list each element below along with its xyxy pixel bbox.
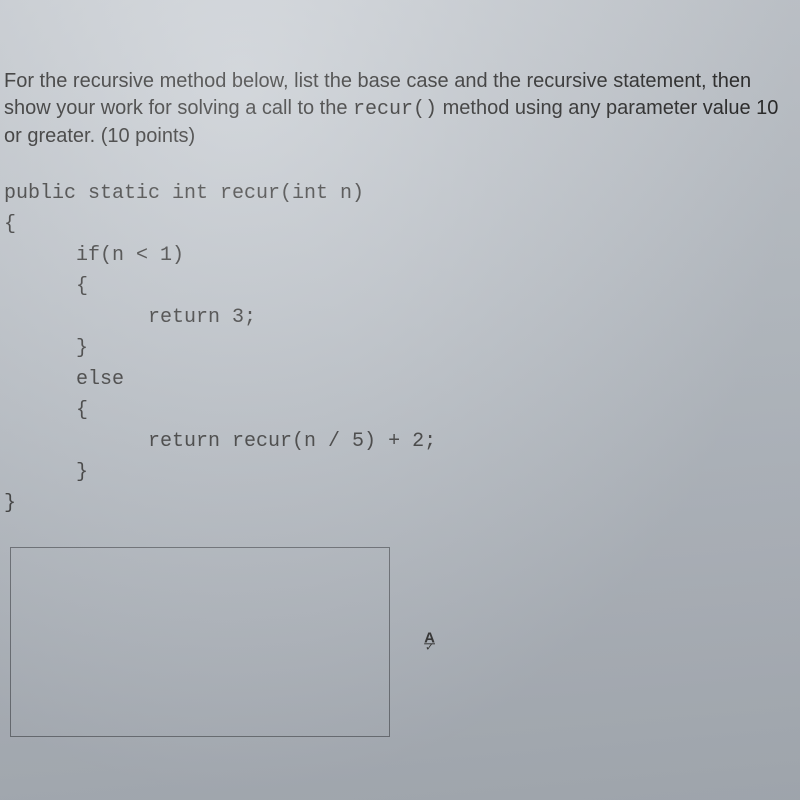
code-line-6: }	[4, 337, 88, 360]
code-line-8: {	[4, 399, 88, 422]
code-line-1: public static int recur(int n)	[4, 182, 364, 205]
code-line-3: if(n < 1)	[4, 244, 184, 267]
question-mono: recur()	[353, 98, 437, 121]
code-line-4: {	[4, 275, 88, 298]
code-block: public static int recur(int n) { if(n < …	[4, 178, 800, 519]
code-line-11: }	[4, 492, 16, 515]
code-line-5: return 3;	[4, 306, 256, 329]
code-line-10: }	[4, 461, 88, 484]
question-text: For the recursive method below, list the…	[4, 68, 800, 150]
answer-input[interactable]: A ✓	[10, 547, 390, 737]
spellcheck-icon[interactable]: A ✓	[424, 631, 435, 652]
code-line-7: else	[4, 368, 124, 391]
code-line-9: return recur(n / 5) + 2;	[4, 430, 436, 453]
check-icon: ✓	[425, 643, 434, 653]
code-line-2: {	[4, 213, 16, 236]
